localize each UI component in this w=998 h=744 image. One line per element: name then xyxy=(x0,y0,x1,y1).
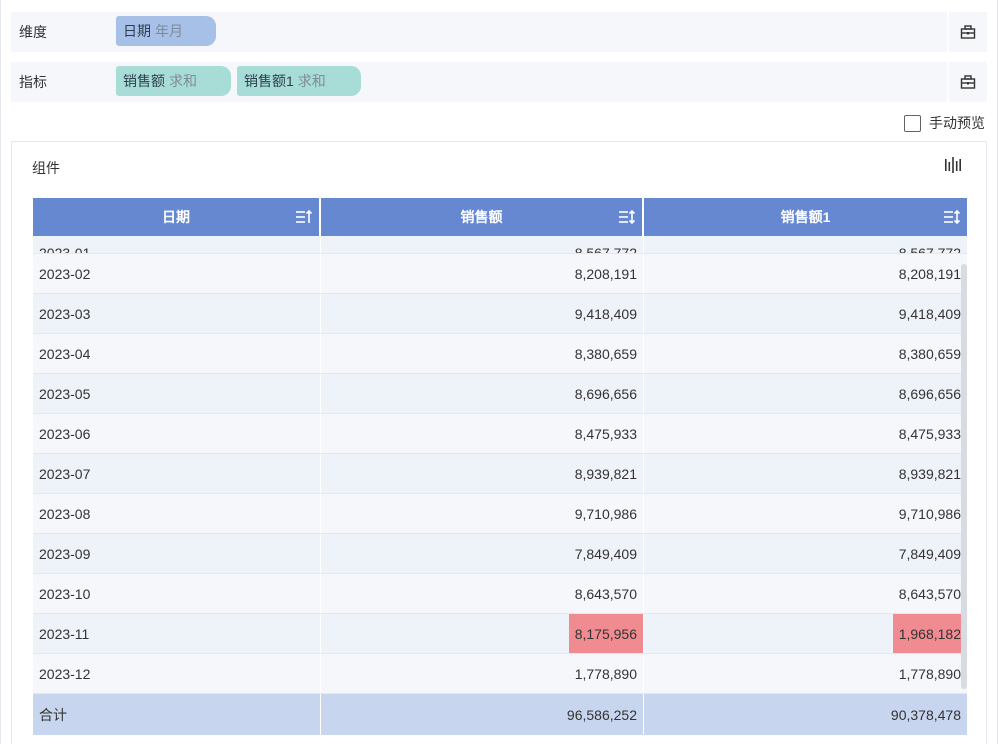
pill-name: 日期 xyxy=(123,23,151,39)
bar-chart-icon[interactable] xyxy=(944,156,962,174)
dimension-pill-date[interactable]: 日期 年月 xyxy=(116,16,216,46)
briefcase-icon xyxy=(960,75,976,89)
table-row: 2023-12 1,778,890 1,778,890 xyxy=(33,654,967,694)
sales1-cell: 8,939,821 xyxy=(898,465,961,482)
sales1-cell: 8,208,191 xyxy=(898,265,961,282)
total-sales: 96,586,252 xyxy=(321,694,644,735)
manual-preview-checkbox[interactable] xyxy=(904,114,921,132)
sales-cell: 8,208,191 xyxy=(321,254,644,293)
sales1-cell: 8,567,772 xyxy=(644,236,967,253)
sales-cell: 8,643,570 xyxy=(321,574,644,613)
column-title: 销售额 xyxy=(460,209,503,225)
component-panel: 组件 日期 销售额 销售额1 2023-01 8,567,772 8,567,7… xyxy=(11,141,987,744)
cell-text: 8,567,772 xyxy=(898,245,961,253)
sales1-cell: 1,778,890 xyxy=(898,665,961,682)
indicator-drop-area[interactable]: 销售额 求和 销售额1 求和 xyxy=(109,62,945,102)
total-sales1: 90,378,478 xyxy=(890,706,961,723)
total-label: 合计 xyxy=(33,694,321,735)
table-row: 2023-11 8,175,956 1,968,182 xyxy=(33,614,967,654)
sort-ascending-icon[interactable] xyxy=(295,208,313,226)
cell-text: 8,567,772 xyxy=(574,245,637,253)
table-row: 2023-07 8,939,821 8,939,821 xyxy=(33,454,967,494)
column-title: 销售额1 xyxy=(780,209,831,225)
indicator-settings-button[interactable] xyxy=(947,62,987,102)
sales1-cell: 8,475,933 xyxy=(898,425,961,442)
briefcase-icon xyxy=(960,25,976,39)
indicator-pill-sales1[interactable]: 销售额1 求和 xyxy=(237,66,361,96)
table-scrollbar[interactable] xyxy=(961,264,967,689)
indicator-row: 指标 销售额 求和 销售额1 求和 xyxy=(11,62,987,102)
sales1-cell: 9,418,409 xyxy=(898,305,961,322)
warning-highlight: 1,968,182 xyxy=(892,614,967,653)
pill-aggregation: 求和 xyxy=(169,73,197,89)
table-row: 2023-10 8,643,570 8,643,570 xyxy=(33,574,967,614)
date-cell: 2023-11 xyxy=(33,614,321,653)
table-body[interactable]: 2023-01 8,567,772 8,567,772 2023-02 8,20… xyxy=(33,236,967,732)
cell-text: 2023-01 xyxy=(39,245,91,253)
sales-cell: 9,710,986 xyxy=(321,494,644,533)
sales1-cell-highlighted: 1,968,182 xyxy=(644,614,967,653)
column-header-sales[interactable]: 销售额 xyxy=(321,198,644,236)
table-row: 2023-05 8,696,656 8,696,656 xyxy=(33,374,967,414)
table-row: 2023-04 8,380,659 8,380,659 xyxy=(33,334,967,374)
sales1-cell: 8,380,659 xyxy=(898,345,961,362)
table-row: 2023-01 8,567,772 8,567,772 xyxy=(33,236,967,254)
date-cell: 2023-12 xyxy=(33,654,321,693)
sales-cell: 8,567,772 xyxy=(321,236,644,253)
pill-aggregation: 年月 xyxy=(155,23,183,39)
table-row: 2023-09 7,849,409 7,849,409 xyxy=(33,534,967,574)
manual-preview-toggle[interactable]: 手动预览 xyxy=(904,113,985,133)
sales1-cell: 9,710,986 xyxy=(898,505,961,522)
table-row: 2023-08 9,710,986 9,710,986 xyxy=(33,494,967,534)
indicator-pill-sales[interactable]: 销售额 求和 xyxy=(116,66,231,96)
sales-cell-highlighted: 8,175,956 xyxy=(321,614,644,653)
sales-cell: 1,778,890 xyxy=(321,654,644,693)
date-cell: 2023-02 xyxy=(33,254,321,293)
sales-cell: 8,696,656 xyxy=(321,374,644,413)
sales-cell: 7,849,409 xyxy=(321,534,644,573)
table-row: 2023-03 9,418,409 9,418,409 xyxy=(33,294,967,334)
date-cell: 2023-05 xyxy=(33,374,321,413)
sales1-cell: 8,643,570 xyxy=(898,585,961,602)
pill-name: 销售额 xyxy=(123,73,165,89)
date-cell: 2023-09 xyxy=(33,534,321,573)
date-cell: 2023-10 xyxy=(33,574,321,613)
date-cell: 2023-06 xyxy=(33,414,321,453)
sales-cell: 8,380,659 xyxy=(321,334,644,373)
dimension-settings-button[interactable] xyxy=(947,12,987,52)
sort-icon[interactable] xyxy=(943,208,961,226)
sales-cell: 8,475,933 xyxy=(321,414,644,453)
table-row: 2023-02 8,208,191 8,208,191 xyxy=(33,254,967,294)
table-total-row: 合计 96,586,252 90,378,478 xyxy=(33,694,967,735)
analysis-editor: 维度 日期 年月 指标 销售额 求和 销售额1 求和 手动预览 组件 日期 销售… xyxy=(0,0,998,744)
column-header-date[interactable]: 日期 xyxy=(33,198,321,236)
sales-cell: 9,418,409 xyxy=(321,294,644,333)
pill-aggregation: 求和 xyxy=(297,73,326,89)
date-cell: 2023-01 xyxy=(33,236,321,253)
table-header: 日期 销售额 销售额1 xyxy=(33,198,967,236)
date-cell: 2023-07 xyxy=(33,454,321,493)
manual-preview-label: 手动预览 xyxy=(929,115,985,131)
date-cell: 2023-08 xyxy=(33,494,321,533)
column-header-sales1[interactable]: 销售额1 xyxy=(644,198,967,236)
dimension-row: 维度 日期 年月 xyxy=(11,12,987,52)
column-title: 日期 xyxy=(162,209,190,225)
date-cell: 2023-03 xyxy=(33,294,321,333)
sort-icon[interactable] xyxy=(618,208,636,226)
panel-title: 组件 xyxy=(32,160,60,176)
dimension-drop-area[interactable]: 日期 年月 xyxy=(109,12,945,52)
sales1-cell: 8,696,656 xyxy=(898,385,961,402)
sales-cell: 8,939,821 xyxy=(321,454,644,493)
table-row: 2023-06 8,475,933 8,475,933 xyxy=(33,414,967,454)
sales1-cell: 7,849,409 xyxy=(898,545,961,562)
indicator-label: 指标 xyxy=(19,74,47,90)
pill-name: 销售额1 xyxy=(244,73,294,89)
warning-highlight: 8,175,956 xyxy=(568,614,643,653)
dimension-label: 维度 xyxy=(19,24,47,40)
date-cell: 2023-04 xyxy=(33,334,321,373)
